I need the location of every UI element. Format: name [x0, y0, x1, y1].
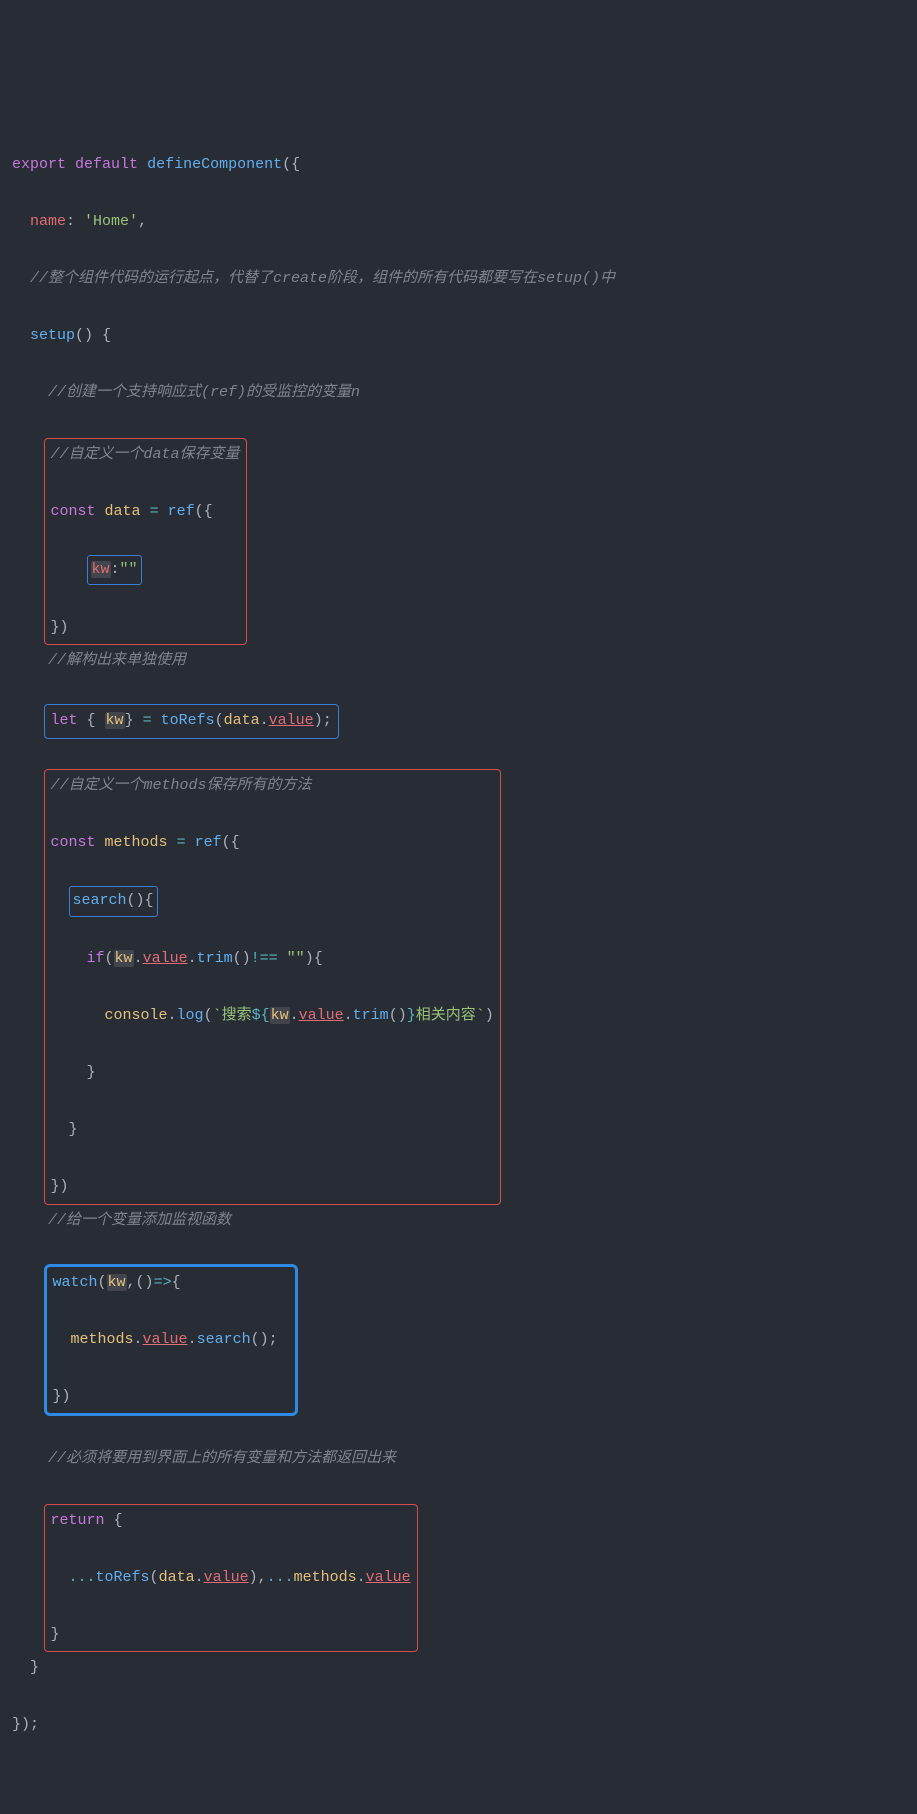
template-end: 相关内容` — [416, 1007, 485, 1024]
template-start: `搜索 — [213, 1007, 252, 1024]
prop-kw: kw — [91, 561, 111, 578]
code-editor[interactable]: export default defineComponent({ name: '… — [12, 122, 905, 1768]
keyword-default: default — [75, 156, 138, 173]
fn-trim: trim — [197, 950, 233, 967]
code-line: name: 'Home', — [12, 208, 905, 237]
keyword-let: let — [51, 712, 78, 729]
comment: //创建一个支持响应式(ref)的受监控的变量n — [48, 384, 360, 401]
code-line: }); — [12, 1711, 905, 1740]
fn-toRefs: toRefs — [96, 1569, 150, 1586]
fn-trim: trim — [353, 1007, 389, 1024]
keyword-const: const — [51, 834, 96, 851]
var-methods: methods — [294, 1569, 357, 1586]
keyword-const: const — [51, 503, 96, 520]
prop-value: value — [204, 1569, 249, 1586]
comment: //自定义一个data保存变量 — [51, 446, 240, 463]
prop-value: value — [299, 1007, 344, 1024]
code-line: //必须将要用到界面上的所有变量和方法都返回出来 — [12, 1445, 905, 1474]
comment: //自定义一个methods保存所有的方法 — [51, 777, 312, 794]
var-methods: methods — [71, 1331, 134, 1348]
code-line: //整个组件代码的运行起点，代替了create阶段，组件的所有代码都要写在set… — [12, 265, 905, 294]
prop-value: value — [143, 1331, 188, 1348]
code-line: //创建一个支持响应式(ref)的受监控的变量n — [12, 379, 905, 408]
fn-setup: setup — [30, 327, 75, 344]
comment: //整个组件代码的运行起点，代替了create阶段，组件的所有代码都要写在set… — [30, 270, 615, 287]
fn-log: log — [177, 1007, 204, 1024]
code-line: export default defineComponent({ — [12, 151, 905, 180]
comment: //解构出来单独使用 — [48, 652, 186, 669]
code-line: //解构出来单独使用 — [12, 647, 905, 676]
highlight-box-data-def: //自定义一个data保存变量 const data = ref({ kw:""… — [44, 438, 247, 646]
highlight-box-watch: watch(kw,()=>{ methods.value.search(); }… — [44, 1264, 298, 1417]
var-kw: kw — [270, 1007, 290, 1024]
fn-watch: watch — [53, 1274, 98, 1291]
fn-ref: ref — [195, 834, 222, 851]
code-line: //给一个变量添加监视函数 — [12, 1207, 905, 1236]
var-kw: kw — [105, 712, 125, 729]
var-kw: kw — [114, 950, 134, 967]
string-empty: "" — [120, 561, 138, 578]
var-console: console — [105, 1007, 168, 1024]
keyword-return: return — [51, 1512, 105, 1529]
fn-defineComponent: defineComponent — [147, 156, 282, 173]
keyword-if: if — [87, 950, 105, 967]
highlight-box-return: return { ...toRefs(data.value),...method… — [44, 1504, 418, 1653]
var-data: data — [224, 712, 260, 729]
fn-toRefs: toRefs — [161, 712, 215, 729]
prop-name: name — [30, 213, 66, 230]
highlight-box-kw-prop: kw:"" — [87, 555, 142, 586]
code-line: } — [12, 1654, 905, 1683]
string-empty: "" — [287, 950, 305, 967]
highlight-box-search: search(){ — [69, 886, 158, 917]
var-kw: kw — [107, 1274, 127, 1291]
fn-search: search — [197, 1331, 251, 1348]
var-data: data — [159, 1569, 195, 1586]
comment: //必须将要用到界面上的所有变量和方法都返回出来 — [48, 1450, 396, 1467]
var-data: data — [105, 503, 141, 520]
fn-search: search — [73, 892, 127, 909]
comment: //给一个变量添加监视函数 — [48, 1212, 231, 1229]
prop-value: value — [143, 950, 188, 967]
highlight-box-methods-def: //自定义一个methods保存所有的方法 const methods = re… — [44, 769, 501, 1205]
string-home: 'Home' — [84, 213, 138, 230]
prop-value: value — [269, 712, 314, 729]
prop-value: value — [366, 1569, 411, 1586]
keyword-export: export — [12, 156, 66, 173]
fn-ref: ref — [168, 503, 195, 520]
var-methods: methods — [105, 834, 168, 851]
code-line: setup() { — [12, 322, 905, 351]
op-neq: !== — [251, 950, 278, 967]
highlight-box-destructure: let { kw} = toRefs(data.value); — [44, 704, 339, 739]
